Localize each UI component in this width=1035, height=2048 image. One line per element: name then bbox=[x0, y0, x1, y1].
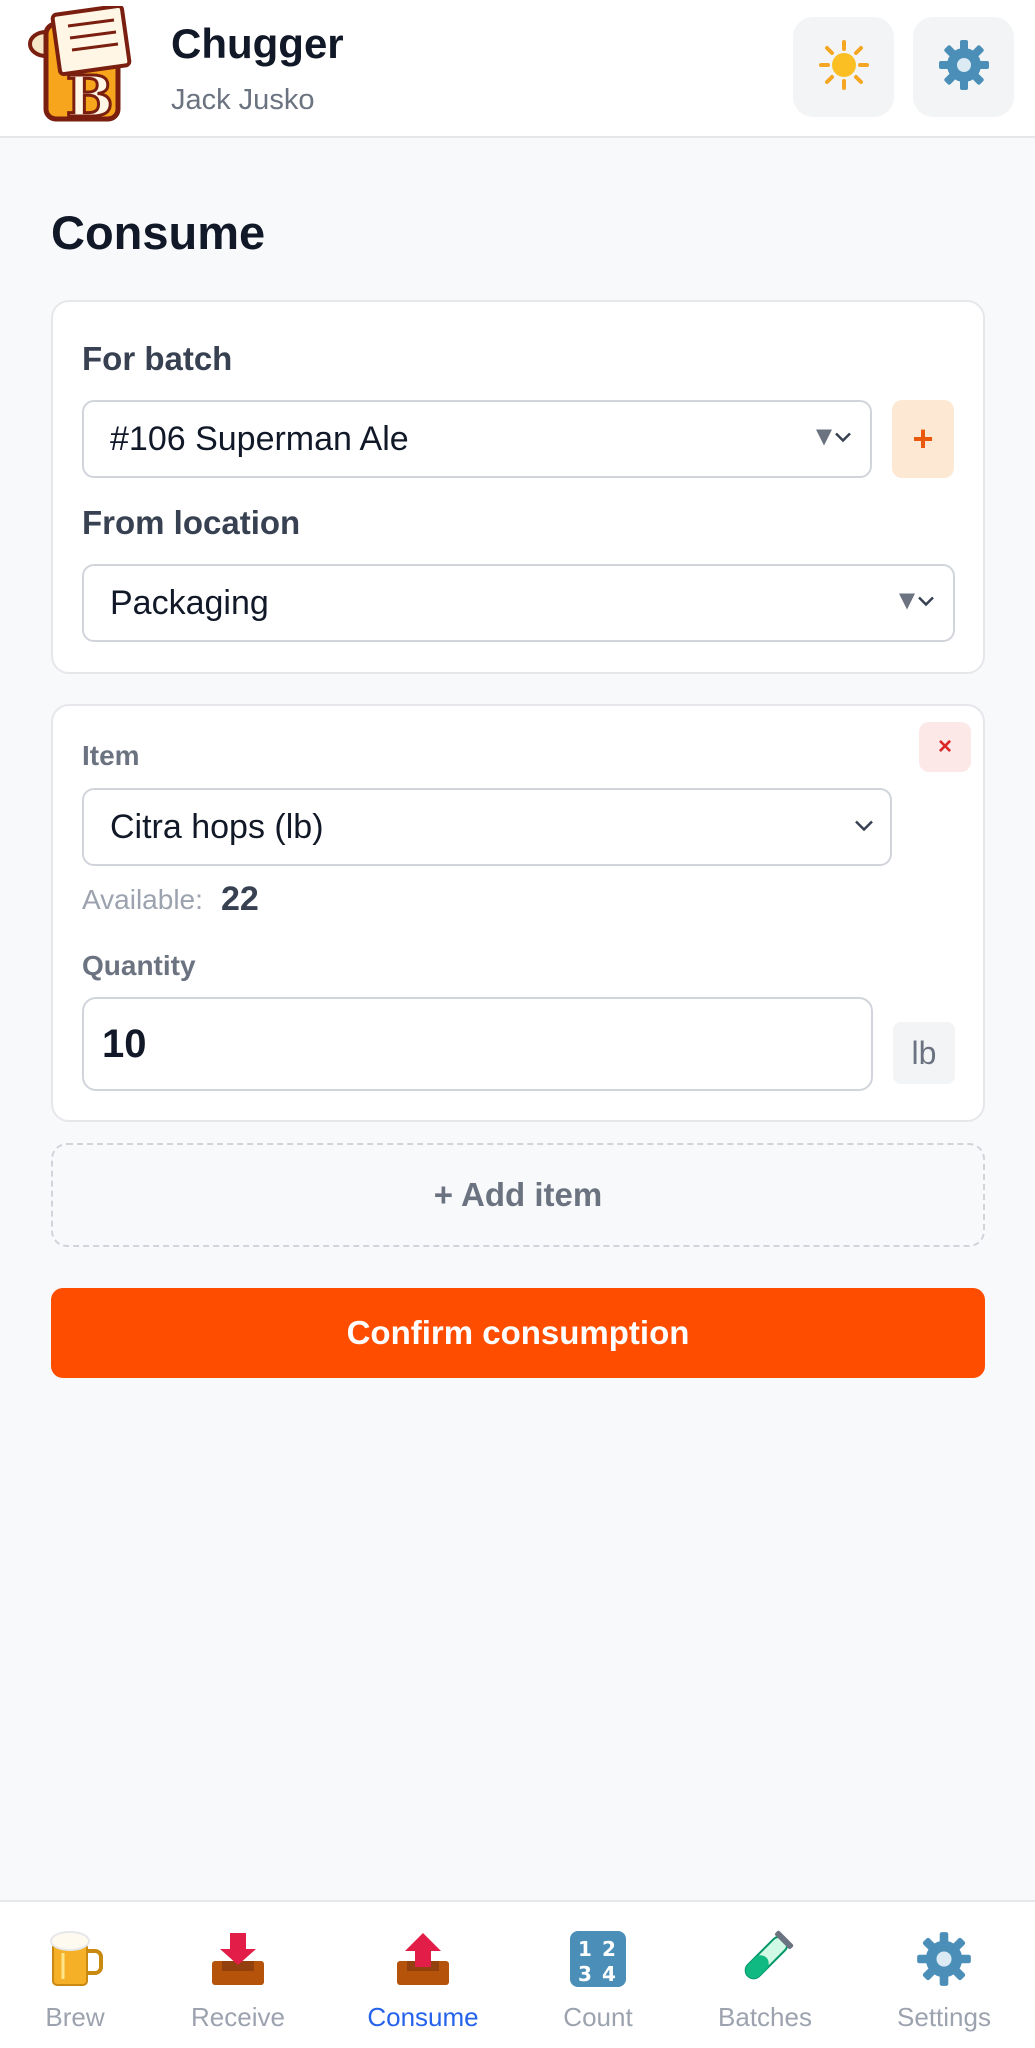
nav-item-batches[interactable]: Batches bbox=[690, 1902, 840, 2048]
nav-item-settings[interactable]: Settings bbox=[869, 1902, 1019, 2048]
nav-label: Settings bbox=[897, 2002, 991, 2032]
nav-label: Consume bbox=[367, 2002, 479, 2032]
sun-icon bbox=[818, 39, 870, 96]
nav-item-brew[interactable]: Brew bbox=[0, 1902, 150, 2048]
add-batch-button[interactable]: + bbox=[892, 400, 954, 478]
batch-card: For batch #106 Superman Ale + From locat… bbox=[51, 300, 985, 674]
item-label: Item bbox=[82, 740, 140, 771]
svg-text:4: 4 bbox=[602, 1962, 616, 1986]
page-title: Consume bbox=[51, 206, 266, 259]
item-select-value: Citra hops (lb) bbox=[110, 807, 324, 846]
location-select[interactable]: Packaging bbox=[82, 564, 955, 642]
nav-label: Count bbox=[563, 2002, 633, 2032]
app-header: B Chugger Jack Jusko bbox=[0, 0, 1035, 138]
numbers-icon: 1 2 3 4 bbox=[567, 1928, 629, 1990]
chevron-down-icon bbox=[852, 808, 876, 847]
item-card: × Item Citra hops (lb) Available: 22 Qua… bbox=[51, 704, 985, 1122]
nav-label: Brew bbox=[45, 2002, 105, 2032]
outbox-tray-icon bbox=[392, 1928, 454, 1990]
svg-text:3: 3 bbox=[578, 1962, 592, 1986]
batch-select-value: #106 Superman Ale bbox=[110, 419, 409, 458]
nav-item-consume[interactable]: Consume bbox=[348, 1902, 498, 2048]
svg-text:1: 1 bbox=[578, 1937, 592, 1961]
nav-item-receive[interactable]: Receive bbox=[163, 1902, 313, 2048]
chevron-down-icon bbox=[895, 584, 939, 623]
available-label: Available: bbox=[82, 884, 203, 915]
batch-label: For batch bbox=[82, 340, 233, 377]
unit-label: lb bbox=[893, 1022, 955, 1084]
chevron-down-icon bbox=[812, 420, 856, 459]
confirm-consumption-button[interactable]: Confirm consumption bbox=[51, 1288, 985, 1378]
svg-text:2: 2 bbox=[602, 1937, 616, 1961]
item-select[interactable]: Citra hops (lb) bbox=[82, 788, 892, 866]
chugger-logo: B bbox=[24, 3, 134, 132]
nav-label: Receive bbox=[191, 2002, 285, 2032]
remove-item-button[interactable]: × bbox=[919, 722, 971, 772]
quantity-label: Quantity bbox=[82, 950, 196, 981]
beer-mug-icon bbox=[44, 1928, 106, 1990]
test-tube-icon bbox=[734, 1928, 796, 1990]
gear-icon bbox=[913, 1928, 975, 1990]
add-item-button[interactable]: + Add item bbox=[51, 1143, 985, 1247]
nav-label: Batches bbox=[718, 2002, 812, 2032]
nav-item-count[interactable]: 1 2 3 4 Count bbox=[523, 1902, 673, 2048]
batch-select[interactable]: #106 Superman Ale bbox=[82, 400, 872, 478]
settings-button[interactable] bbox=[913, 17, 1014, 117]
theme-toggle-button[interactable] bbox=[793, 17, 894, 117]
inbox-tray-icon bbox=[207, 1928, 269, 1990]
svg-text:B: B bbox=[66, 64, 113, 126]
app-title: Chugger bbox=[171, 20, 344, 67]
user-name: Jack Jusko bbox=[171, 84, 315, 116]
location-select-value: Packaging bbox=[110, 583, 269, 622]
bottom-nav: Brew Receive Consume 1 2 3 4 Count Batch… bbox=[0, 1900, 1035, 2048]
available-value: 22 bbox=[221, 880, 259, 918]
gear-icon bbox=[937, 38, 991, 97]
location-label: From location bbox=[82, 504, 301, 541]
quantity-input[interactable]: 10 bbox=[82, 997, 873, 1091]
